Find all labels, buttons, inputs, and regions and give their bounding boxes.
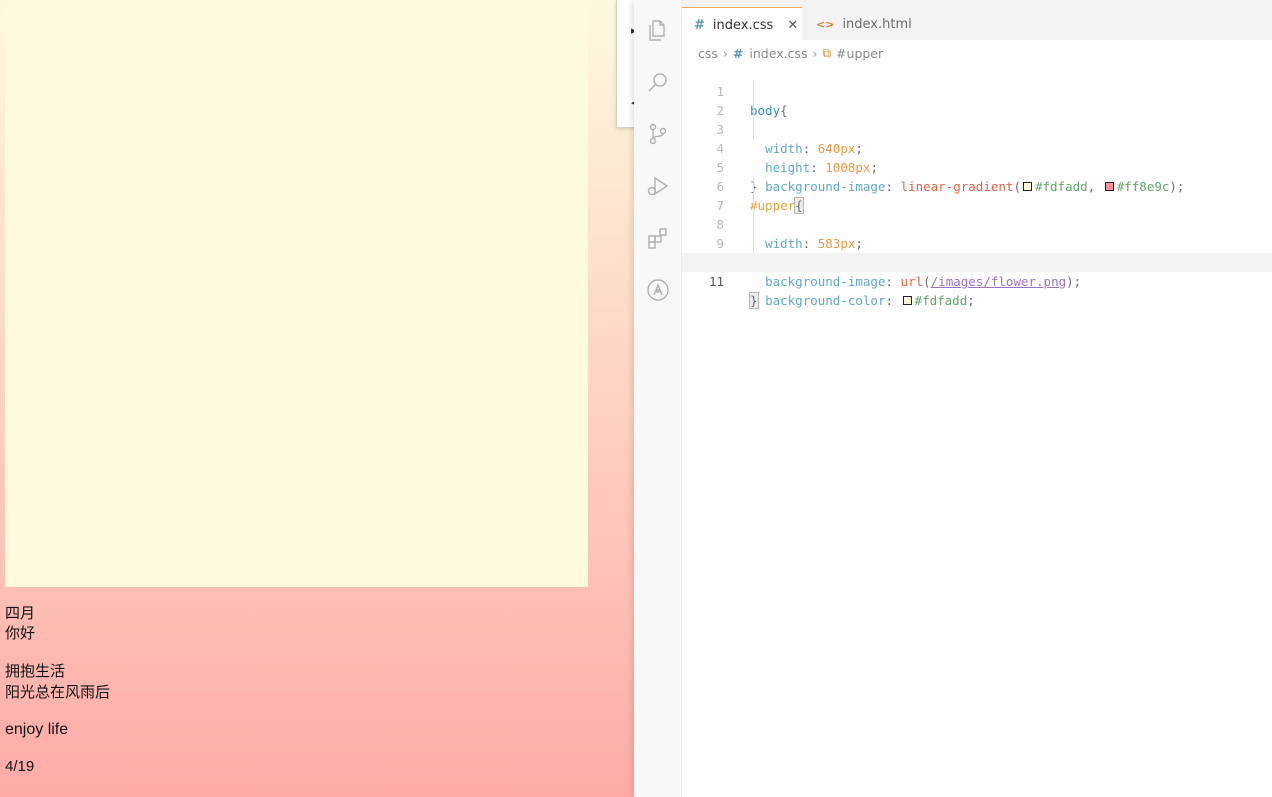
tab-index-css[interactable]: # index.css ✕ [682,7,802,42]
indent-guide [753,101,754,120]
function: url [900,274,924,289]
breadcrumb-file[interactable]: index.css [749,46,807,61]
breadcrumb-folder[interactable]: css [698,46,718,61]
text-enjoy-life: enjoy life [5,721,69,738]
extensions-icon[interactable] [646,226,670,250]
url-link[interactable]: /images/flower.png [931,274,1066,289]
brace: } [749,292,759,309]
run-debug-icon[interactable] [646,174,670,198]
code-line: 5 } [682,139,1272,194]
indent-guide [753,120,754,139]
indent-guide [753,234,754,253]
text-sunshine: 阳光总在风雨后 [5,684,111,701]
code-line: 8 height: 583px; [682,196,1272,270]
tab-index-html[interactable]: <> index.html [804,7,924,42]
activity-bar [634,0,682,797]
text-embrace-life: 拥抱生活 [5,663,66,680]
search-icon[interactable] [646,70,670,94]
indent-guide [753,215,754,234]
chevron-right-icon: › [812,45,818,61]
breadcrumb: css › # index.css › ⧉ #upper [698,43,883,63]
code-line: 1 body{ [682,63,1272,118]
code-editor: # index.css ✕ <> index.html css › # inde… [634,0,1272,797]
property: background-image [765,274,886,289]
code-line: 6 #upper{ [682,158,1272,214]
tab-label: index.css [712,17,774,33]
chevron-right-icon: › [722,45,728,61]
tab-bar: # index.css ✕ <> index.html [682,0,1272,42]
indent-guide [753,177,754,196]
text-april: 四月 [5,605,36,622]
color-swatch[interactable] [902,296,912,305]
code-line: 10 background-color: #fdfadd; [682,234,1272,308]
explorer-icon[interactable] [646,18,670,42]
symbol-icon: ⧉ [822,45,832,60]
indent-guide [753,82,754,101]
code-area[interactable]: 1 body{ 2 width: 640px; 3 height: 1008px… [682,63,1272,309]
tab-label: index.html [842,17,912,32]
indent-guide [753,196,754,215]
breadcrumb-symbol[interactable]: #upper [836,46,883,61]
code-line-current: 11 } [682,253,1272,309]
code-line: 7 width: 583px; [682,177,1272,251]
close-icon[interactable]: ✕ [787,18,798,33]
code-line: 4 background-image: linear-gradient(#fdf… [682,120,1272,194]
html-file-icon: <> [816,18,835,31]
css-file-icon: # [732,45,744,61]
source-control-icon[interactable] [646,122,670,146]
remote-icon[interactable] [646,278,670,302]
upper-block [5,0,588,587]
code-line: 9 background-image: url(/images/flower.p… [682,215,1272,289]
css-file-icon: # [694,17,705,33]
code-line: 2 width: 640px; [682,82,1272,156]
browser-preview: 四月 你好 拥抱生活 阳光总在风雨后 enjoy life 4/19 [0,0,634,797]
text-hello: 你好 [5,625,36,642]
property: background-color [765,293,886,308]
code-line: 3 height: 1008px; [682,101,1272,175]
line-number: 11 [708,274,724,289]
text-date: 4/19 [5,758,35,775]
color-value: #fdfadd [914,293,968,308]
